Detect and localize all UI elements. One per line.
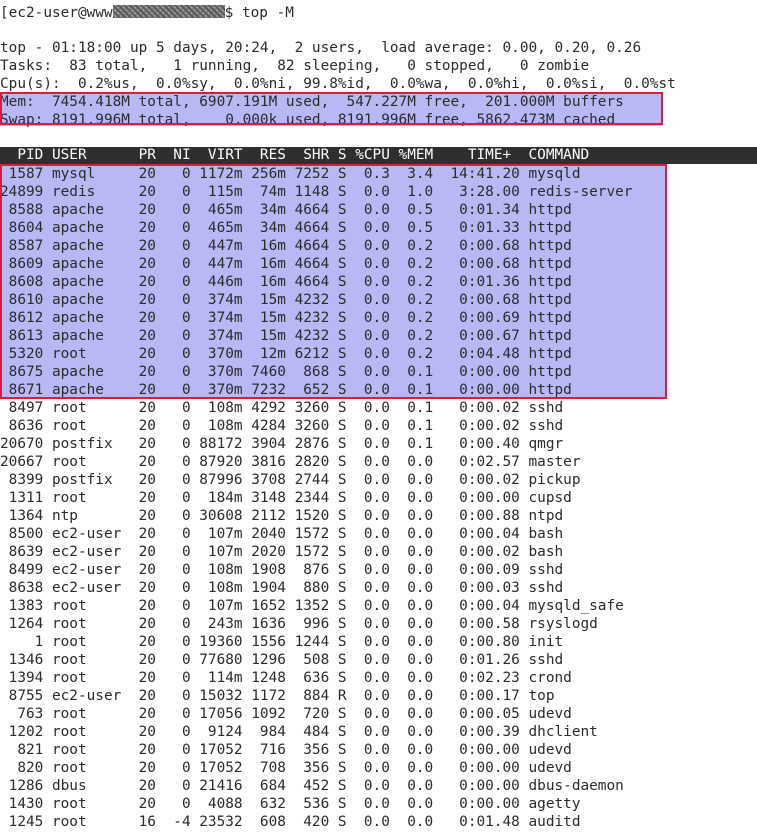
process-row: 8497 root 20 0 108m 4292 3260 S 0.0 0.1 … — [0, 400, 564, 416]
process-annotation-box — [0, 164, 667, 399]
process-row: 8755 ec2-user 20 0 15032 1172 884 R 0.0 … — [0, 688, 555, 704]
process-row: 1245 root 16 -4 23532 608 420 S 0.0 0.0 … — [0, 814, 581, 830]
memory-annotation-box — [0, 92, 663, 125]
process-row: 8639 ec2-user 20 0 107m 2020 1572 S 0.0 … — [0, 544, 564, 560]
process-row: 1 root 20 0 19360 1556 1244 S 0.0 0.0 0:… — [0, 634, 564, 650]
summary-uptime-line: top - 01:18:00 up 5 days, 20:24, 2 users… — [0, 40, 642, 56]
process-row: 821 root 20 0 17052 716 356 S 0.0 0.0 0:… — [0, 742, 572, 758]
process-row: 1264 root 20 0 243m 1636 996 S 0.0 0.0 0… — [0, 616, 598, 632]
process-row: 1364 ntp 20 0 30608 2112 1520 S 0.0 0.0 … — [0, 508, 564, 524]
prompt-command: top -M — [241, 5, 294, 21]
process-row: 8638 ec2-user 20 0 108m 1904 880 S 0.0 0… — [0, 580, 564, 596]
prompt-user-host: [ec2-user@www — [0, 5, 113, 21]
redacted-hostname — [112, 5, 225, 18]
process-row: 8499 ec2-user 20 0 108m 1908 876 S 0.0 0… — [0, 562, 564, 578]
process-row: 763 root 20 0 17056 1092 720 S 0.0 0.0 0… — [0, 706, 572, 722]
process-row: 820 root 20 0 17052 708 356 S 0.0 0.0 0:… — [0, 760, 572, 776]
prompt-symbol: $ — [224, 5, 234, 21]
process-row: 1383 root 20 0 107m 1652 1352 S 0.0 0.0 … — [0, 598, 624, 614]
process-row: 20670 postfix 20 0 88172 3904 2876 S 0.0… — [0, 436, 564, 452]
process-row: 1286 dbus 20 0 21416 684 452 S 0.0 0.0 0… — [0, 778, 624, 794]
summary-tasks-line: Tasks: 83 total, 1 running, 82 sleeping,… — [0, 58, 590, 74]
process-row: 1430 root 20 0 4088 632 536 S 0.0 0.0 0:… — [0, 796, 581, 812]
process-row: 1311 root 20 0 184m 3148 2344 S 0.0 0.0 … — [0, 490, 572, 506]
summary-cpu-line: Cpu(s): 0.2%us, 0.0%sy, 0.0%ni, 99.8%id,… — [0, 76, 676, 92]
process-row: 8636 root 20 0 108m 4284 3260 S 0.0 0.1 … — [0, 418, 564, 434]
process-row: 1202 root 20 0 9124 984 484 S 0.0 0.0 0:… — [0, 724, 598, 740]
process-row: 20667 root 20 0 87920 3816 2820 S 0.0 0.… — [0, 454, 581, 470]
process-row: 1346 root 20 0 77680 1296 508 S 0.0 0.0 … — [0, 652, 564, 668]
shell-prompt: [ec2-user@www $ top -M — [0, 4, 294, 22]
process-row: 8399 postfix 20 0 87996 3708 2744 S 0.0 … — [0, 472, 581, 488]
process-row: 8500 ec2-user 20 0 107m 2040 1572 S 0.0 … — [0, 526, 564, 542]
column-header: PID USER PR NI VIRT RES SHR S %CPU %MEM … — [0, 147, 590, 163]
process-row: 1394 root 20 0 114m 1248 636 S 0.0 0.0 0… — [0, 670, 572, 686]
